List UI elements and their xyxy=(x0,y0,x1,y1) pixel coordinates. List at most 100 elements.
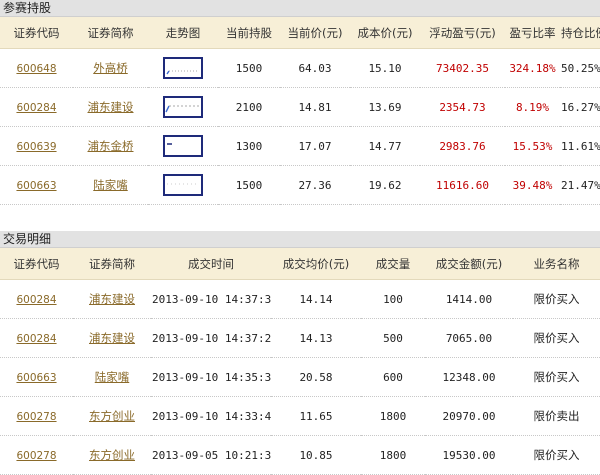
ratio-cell: 324.18% xyxy=(505,48,560,88)
col-header-pnl: 浮动盈亏(元) xyxy=(420,17,505,49)
pnl-cell: 2983.76 xyxy=(420,126,505,166)
amount-cell: 1414.00 xyxy=(425,279,513,319)
trade-row: 600284 浦东建设 2013-09-10 14:37:25 14.13 50… xyxy=(0,318,600,358)
stock-name-link[interactable]: 浦东金桥 xyxy=(88,139,134,153)
trade-row: 600278 东方创业 2013-09-05 10:21:36 10.85 18… xyxy=(0,435,600,475)
volume-cell: 1800 xyxy=(361,396,425,436)
price-cell: 64.03 xyxy=(280,48,350,88)
pnl-cell: 2354.73 xyxy=(420,87,505,127)
col-header-time: 成交时间 xyxy=(151,248,271,280)
stock-name-link[interactable]: 东方创业 xyxy=(89,409,135,423)
trades-header-row: 证券代码 证券简称 成交时间 成交均价(元) 成交量 成交金额(元) 业务名称 xyxy=(0,248,600,280)
trade-time-cell: 2013-09-10 14:33:40 xyxy=(151,396,271,436)
amount-cell: 19530.00 xyxy=(425,435,513,475)
trade-type-cell: 限价买入 xyxy=(513,435,600,475)
trade-row: 600284 浦东建设 2013-09-10 14:37:30 14.14 10… xyxy=(0,279,600,319)
col-header-volume: 成交量 xyxy=(361,248,425,280)
cost-cell: 15.10 xyxy=(350,48,420,88)
trade-type-cell: 限价买入 xyxy=(513,357,600,397)
price-cell: 27.36 xyxy=(280,165,350,205)
stock-code-link[interactable]: 600663 xyxy=(16,180,56,192)
amount-cell: 20970.00 xyxy=(425,396,513,436)
trend-sparkline[interactable] xyxy=(163,174,203,196)
cost-cell: 19.62 xyxy=(350,165,420,205)
holdings-table: 证券代码 证券简称 走势图 当前持股 当前价(元) 成本价(元) 浮动盈亏(元)… xyxy=(0,17,600,205)
stock-code-link[interactable]: 600284 xyxy=(16,333,56,345)
amount-cell: 7065.00 xyxy=(425,318,513,358)
price-cell: 17.07 xyxy=(280,126,350,166)
trades-table: 证券代码 证券简称 成交时间 成交均价(元) 成交量 成交金额(元) 业务名称 … xyxy=(0,248,600,475)
stock-name-link[interactable]: 浦东建设 xyxy=(88,100,134,114)
col-header-price: 当前价(元) xyxy=(280,17,350,49)
stock-code-link[interactable]: 600639 xyxy=(16,141,56,153)
trade-time-cell: 2013-09-10 14:37:30 xyxy=(151,279,271,319)
stock-name-link[interactable]: 外高桥 xyxy=(93,61,128,75)
trade-type-cell: 限价买入 xyxy=(513,279,600,319)
trade-time-cell: 2013-09-10 14:35:35 xyxy=(151,357,271,397)
weight-cell: 11.61% xyxy=(560,126,600,166)
col-header-code: 证券代码 xyxy=(0,248,73,280)
holding-row: 600648 外高桥 1500 64.03 15.10 73402.35 324… xyxy=(0,48,600,88)
col-header-code: 证券代码 xyxy=(0,17,73,49)
cost-cell: 13.69 xyxy=(350,87,420,127)
trade-type-cell: 限价卖出 xyxy=(513,396,600,436)
trend-sparkline[interactable] xyxy=(163,57,203,79)
pnl-cell: 73402.35 xyxy=(420,48,505,88)
avg-price-cell: 20.58 xyxy=(271,357,361,397)
volume-cell: 1800 xyxy=(361,435,425,475)
stock-name-link[interactable]: 陆家嘴 xyxy=(95,370,130,384)
trend-sparkline[interactable] xyxy=(163,96,203,118)
ratio-cell: 39.48% xyxy=(505,165,560,205)
cost-cell: 14.77 xyxy=(350,126,420,166)
avg-price-cell: 14.13 xyxy=(271,318,361,358)
shares-cell: 1300 xyxy=(218,126,280,166)
stock-code-link[interactable]: 600278 xyxy=(16,411,56,423)
trade-type-cell: 限价买入 xyxy=(513,318,600,358)
stock-code-link[interactable]: 600284 xyxy=(16,102,56,114)
col-header-trend: 走势图 xyxy=(148,17,218,49)
col-header-ratio: 盈亏比率 xyxy=(505,17,560,49)
volume-cell: 500 xyxy=(361,318,425,358)
shares-cell: 1500 xyxy=(218,165,280,205)
col-header-name: 证券简称 xyxy=(73,248,151,280)
ratio-cell: 8.19% xyxy=(505,87,560,127)
col-header-avg-price: 成交均价(元) xyxy=(271,248,361,280)
stock-name-link[interactable]: 东方创业 xyxy=(89,448,135,462)
col-header-shares: 当前持股 xyxy=(218,17,280,49)
weight-cell: 50.25% xyxy=(560,48,600,88)
trade-row: 600663 陆家嘴 2013-09-10 14:35:35 20.58 600… xyxy=(0,357,600,397)
stock-code-link[interactable]: 600663 xyxy=(16,372,56,384)
col-header-cost: 成本价(元) xyxy=(350,17,420,49)
amount-cell: 12348.00 xyxy=(425,357,513,397)
trend-sparkline[interactable] xyxy=(163,135,203,157)
trade-time-cell: 2013-09-05 10:21:36 xyxy=(151,435,271,475)
stock-name-link[interactable]: 浦东建设 xyxy=(89,292,135,306)
stock-code-link[interactable]: 600648 xyxy=(16,63,56,75)
stock-code-link[interactable]: 600284 xyxy=(16,294,56,306)
holdings-section-title: 参赛持股 xyxy=(0,0,600,17)
holding-row: 600639 浦东金桥 1300 17.07 14.77 2983.76 15.… xyxy=(0,126,600,166)
col-header-amount: 成交金额(元) xyxy=(425,248,513,280)
holding-row: 600663 陆家嘴 1500 27.36 19.62 11616.60 39.… xyxy=(0,165,600,205)
trade-row: 600278 东方创业 2013-09-10 14:33:40 11.65 18… xyxy=(0,396,600,436)
avg-price-cell: 11.65 xyxy=(271,396,361,436)
col-header-type: 业务名称 xyxy=(513,248,600,280)
stock-name-link[interactable]: 陆家嘴 xyxy=(93,178,128,192)
col-header-weight: 持仓比例 xyxy=(560,17,600,49)
pnl-cell: 11616.60 xyxy=(420,165,505,205)
shares-cell: 2100 xyxy=(218,87,280,127)
trades-section-title: 交易明细 xyxy=(0,231,600,248)
weight-cell: 16.27% xyxy=(560,87,600,127)
ratio-cell: 15.53% xyxy=(505,126,560,166)
holding-row: 600284 浦东建设 2100 14.81 13.69 2354.73 8.1… xyxy=(0,87,600,127)
price-cell: 14.81 xyxy=(280,87,350,127)
avg-price-cell: 14.14 xyxy=(271,279,361,319)
volume-cell: 600 xyxy=(361,357,425,397)
avg-price-cell: 10.85 xyxy=(271,435,361,475)
trade-time-cell: 2013-09-10 14:37:25 xyxy=(151,318,271,358)
holdings-header-row: 证券代码 证券简称 走势图 当前持股 当前价(元) 成本价(元) 浮动盈亏(元)… xyxy=(0,17,600,49)
col-header-name: 证券简称 xyxy=(73,17,148,49)
stock-name-link[interactable]: 浦东建设 xyxy=(89,331,135,345)
stock-code-link[interactable]: 600278 xyxy=(16,450,56,462)
volume-cell: 100 xyxy=(361,279,425,319)
